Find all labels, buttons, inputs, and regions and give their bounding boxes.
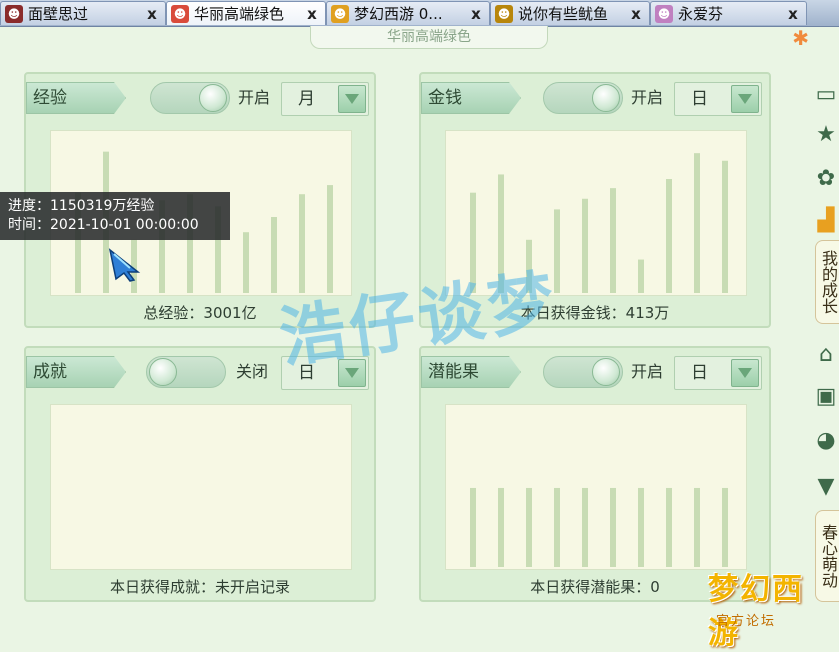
toggle-knob [592, 358, 620, 386]
paw-icon[interactable]: ✿ [814, 166, 838, 191]
toggle-knob [592, 84, 620, 112]
money-toggle-label: 开启 [631, 88, 664, 107]
chevron-down-icon[interactable] [731, 359, 759, 387]
exp-toggle[interactable] [150, 82, 230, 114]
right-sidebar: ▭ ★ ✿ ▟ 我的成长 ⌂ ▣ ◕ ▼ 春心萌动 [812, 70, 839, 635]
my-growth-tab[interactable]: 我的成长 [815, 240, 839, 324]
potential-toggle[interactable] [543, 356, 623, 388]
money-bar-8[interactable] [694, 153, 700, 293]
tab-label: 华丽高端绿色 [194, 5, 285, 23]
tooltip-time: 时间：2021-10-01 00:00:00 [8, 217, 199, 233]
avatar: ☻ [171, 4, 189, 23]
money-period-select[interactable]: 日 [674, 82, 762, 116]
achievement-chart [50, 404, 352, 570]
avatar: ☻ [495, 4, 513, 23]
tab-label: 面壁思过 [28, 5, 89, 23]
tab-bar: ☻ 面壁思过 x ☻ 华丽高端绿色 x ☻ 梦幻西游 0... x ☻ 说你有些… [0, 0, 839, 27]
avatar: ☻ [5, 4, 23, 23]
money-toggle[interactable] [543, 82, 623, 114]
close-icon[interactable]: x [305, 5, 319, 23]
page-title: 华丽高端绿色 [310, 26, 548, 49]
money-bar-9[interactable] [722, 160, 728, 293]
shirt-icon[interactable]: ▼ [814, 474, 838, 499]
tab-1[interactable]: ☻ 华丽高端绿色 x [166, 1, 326, 25]
tab-label: 永爱芬 [678, 5, 724, 23]
potential-panel-title: 潜能果 [421, 356, 521, 388]
logo-subtext: 官方论坛 [716, 614, 777, 629]
close-icon[interactable]: x [469, 5, 483, 23]
achievement-panel: 成就 关闭 日 本日获得成就：未开启记录 [24, 346, 376, 602]
potential-toggle-label: 开启 [631, 362, 664, 381]
potential-bar-4[interactable] [582, 487, 588, 567]
achievement-toggle-label: 关闭 [236, 362, 269, 381]
box-icon[interactable]: ▣ [814, 384, 838, 409]
chevron-down-icon[interactable] [338, 85, 366, 113]
toggle-knob [199, 84, 227, 112]
close-icon[interactable]: x [786, 5, 800, 23]
signal-bars-icon[interactable]: ▟ [814, 208, 838, 233]
potential-bar-7[interactable] [666, 487, 672, 567]
exp-panel-title: 经验 [26, 82, 126, 114]
potential-bar-3[interactable] [554, 487, 560, 567]
tooltip-progress: 进度：1150319万经验 [8, 198, 155, 214]
avatar: ☻ [331, 4, 349, 23]
money-bar-7[interactable] [666, 179, 672, 293]
money-bar-5[interactable] [610, 188, 616, 293]
gear-icon[interactable]: ✱ [792, 26, 815, 50]
potential-bar-0[interactable] [470, 487, 476, 567]
tab-0[interactable]: ☻ 面壁思过 x [0, 1, 166, 25]
close-icon[interactable]: x [145, 5, 159, 23]
toggle-knob [149, 358, 177, 386]
tab-3[interactable]: ☻ 说你有些鱿鱼 x [490, 1, 650, 25]
tab-4[interactable]: ☻ 永爱芬 x [650, 1, 807, 25]
money-bar-4[interactable] [582, 198, 588, 293]
money-bar-3[interactable] [554, 209, 560, 293]
exp-toggle-label: 开启 [238, 88, 271, 107]
achievement-panel-title: 成就 [26, 356, 126, 388]
potential-bar-2[interactable] [526, 487, 532, 567]
cursor-icon [108, 248, 141, 282]
potential-bar-6[interactable] [638, 487, 644, 567]
game-logo: 梦幻西游 官方论坛 [708, 556, 839, 651]
potential-bar-8[interactable] [694, 487, 700, 567]
potential-bar-5[interactable] [610, 487, 616, 567]
exp-period-select[interactable]: 月 [281, 82, 369, 116]
tab-label: 梦幻西游 0... [354, 5, 443, 23]
money-bar-6[interactable] [638, 259, 644, 293]
avatar: ☻ [655, 4, 673, 23]
tab-2[interactable]: ☻ 梦幻西游 0... x [326, 1, 490, 25]
achievement-caption: 本日获得成就：未开启记录 [109, 578, 290, 596]
tab-label: 说你有些鱿鱼 [518, 5, 609, 23]
header-icons: ✱ [792, 26, 815, 50]
potential-bar-1[interactable] [498, 487, 504, 567]
bar-tooltip: 进度：1150319万经验 时间：2021-10-01 00:00:00 [0, 192, 230, 240]
achievement-bars [51, 405, 351, 569]
exp-bar-6[interactable] [243, 232, 249, 293]
potential-bars [470, 487, 728, 567]
achievement-toggle[interactable] [146, 356, 226, 388]
select-value: 日 [691, 363, 708, 383]
exp-bar-7[interactable] [271, 217, 277, 293]
chevron-down-icon[interactable] [731, 85, 759, 113]
palette-icon[interactable]: ◕ [814, 428, 838, 453]
house-icon[interactable]: ⌂ [814, 342, 838, 367]
potential-period-select[interactable]: 日 [674, 356, 762, 390]
select-value: 月 [298, 89, 315, 109]
potential-chart [445, 404, 747, 570]
select-value: 日 [691, 89, 708, 109]
chat-icon[interactable]: ▭ [814, 82, 838, 107]
exp-bar-8[interactable] [299, 194, 305, 293]
logo-text: 梦幻西游 [708, 572, 804, 651]
star-icon[interactable]: ★ [814, 122, 838, 147]
close-icon[interactable]: x [629, 5, 643, 23]
money-panel-title: 金钱 [421, 82, 521, 114]
